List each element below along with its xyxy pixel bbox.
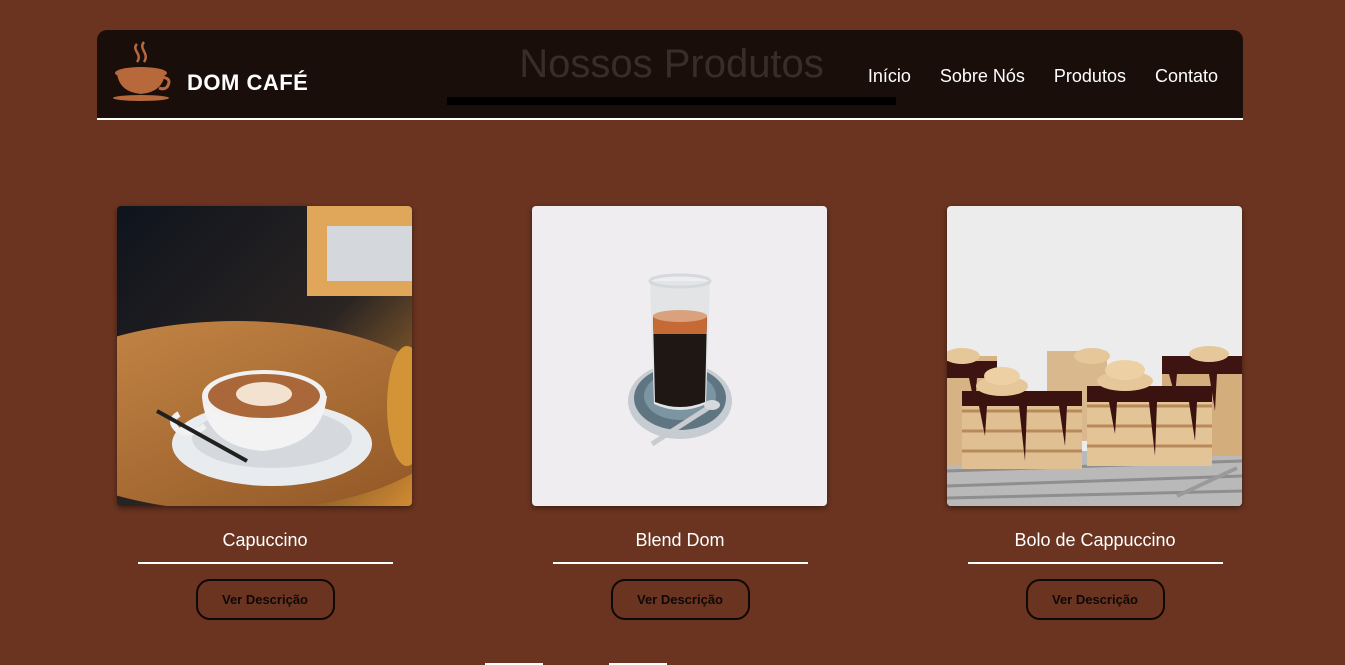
nav-link-contato[interactable]: Contato	[1155, 66, 1218, 87]
view-description-button[interactable]: Ver Descrição	[1025, 579, 1165, 620]
product-card-blend-dom: Blend Dom Ver Descrição	[532, 206, 828, 620]
product-divider	[552, 562, 808, 564]
product-card-bolo-de-cappuccino: Bolo de Cappuccino Ver Descrição	[947, 206, 1243, 620]
main-nav: Início Sobre Nós Produtos Contato	[868, 66, 1218, 87]
product-image-blend-dom	[532, 206, 827, 506]
title-underline	[447, 97, 896, 105]
product-name: Blend Dom	[635, 530, 725, 550]
product-card-capuccino: Capuccino Ver Descrição	[117, 206, 413, 620]
product-image-capuccino	[117, 206, 412, 506]
product-name: Bolo de Cappuccino	[1014, 530, 1176, 550]
site-header: DOM CAFÉ Nossos Produtos Início Sobre Nó…	[97, 30, 1243, 120]
brand-name[interactable]: DOM CAFÉ	[187, 70, 308, 96]
view-description-button[interactable]: Ver Descrição	[195, 579, 335, 620]
nav-link-produtos[interactable]: Produtos	[1054, 66, 1126, 87]
product-name: Capuccino	[222, 530, 308, 550]
product-divider	[967, 562, 1223, 564]
coffee-cup-logo-icon[interactable]	[111, 40, 173, 102]
nav-link-inicio[interactable]: Início	[868, 66, 911, 87]
product-divider	[137, 562, 393, 564]
page-title: Nossos Produtos	[519, 42, 824, 86]
product-image-bolo-de-cappuccino	[947, 206, 1242, 506]
nav-link-sobre-nos[interactable]: Sobre Nós	[940, 66, 1025, 87]
view-description-button[interactable]: Ver Descrição	[610, 579, 750, 620]
